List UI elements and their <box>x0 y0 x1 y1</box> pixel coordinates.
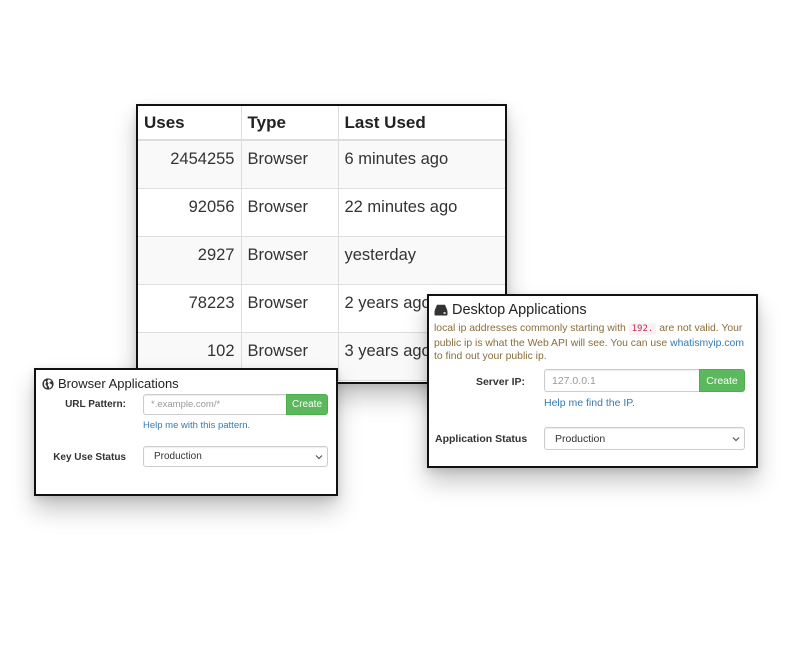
key-use-status-select[interactable]: Production <box>143 446 328 467</box>
cell-uses: 2454255 <box>138 139 242 189</box>
browser-applications-panel: Browser Applications URL Pattern: *.exam… <box>34 368 338 496</box>
browser-applications-heading: Browser Applications <box>42 376 179 391</box>
public-ip-warning: local ip addresses commonly starting wit… <box>434 322 746 364</box>
column-header-last-used[interactable]: Last Used <box>337 106 505 141</box>
table-header-row: Uses Type Last Used <box>138 106 505 141</box>
desktop-applications-heading: Desktop Applications <box>434 302 587 318</box>
application-status-label: Application Status <box>435 433 528 445</box>
chevron-down-icon <box>732 434 740 444</box>
desktop-applications-title: Desktop Applications <box>452 302 587 318</box>
key-use-status-label: Key Use Status <box>53 452 126 463</box>
ip-prefix-code: 192. <box>628 323 657 335</box>
url-pattern-input-group: *.example.com/* Create <box>143 394 328 415</box>
create-url-pattern-button[interactable]: Create <box>286 394 328 415</box>
application-status-value: Production <box>555 432 606 445</box>
server-ip-input-group: 127.0.0.1 Create <box>544 369 745 392</box>
cell-type: Browser <box>240 187 339 237</box>
column-header-type[interactable]: Type <box>240 106 339 141</box>
url-pattern-input[interactable]: *.example.com/* <box>143 394 286 415</box>
cell-uses: 2927 <box>138 235 242 285</box>
server-ip-input[interactable]: 127.0.0.1 <box>544 369 699 392</box>
column-header-uses[interactable]: Uses <box>138 106 242 141</box>
table-row: 92056 Browser 22 minutes ago <box>138 187 505 237</box>
url-pattern-label: URL Pattern: <box>65 399 126 410</box>
url-pattern-help-link[interactable]: Help me with this pattern. <box>143 420 250 431</box>
globe-icon <box>42 377 54 390</box>
browser-applications-title: Browser Applications <box>58 376 179 391</box>
cell-last-used: 6 minutes ago <box>337 139 505 189</box>
server-ip-help-link[interactable]: Help me find the IP. <box>544 397 635 409</box>
cell-uses: 78223 <box>138 283 242 333</box>
cell-type: Browser <box>240 235 339 285</box>
cell-uses: 92056 <box>138 187 242 237</box>
warning-text: local ip addresses commonly starting wit… <box>434 323 626 334</box>
desktop-applications-panel: Desktop Applications local ip addresses … <box>427 294 758 468</box>
whatismyip-link[interactable]: whatismyip.com <box>670 338 744 349</box>
warning-text: to find out your public ip. <box>434 351 547 363</box>
cell-type: Browser <box>240 139 339 189</box>
table-row: 2927 Browser yesterday <box>138 235 505 285</box>
chevron-down-icon <box>315 452 323 462</box>
server-ip-label: Server IP: <box>475 376 525 388</box>
hdd-icon <box>434 304 448 316</box>
create-server-ip-button[interactable]: Create <box>699 369 745 392</box>
table-row: 2454255 Browser 6 minutes ago <box>138 139 505 189</box>
cell-last-used: yesterday <box>337 235 505 285</box>
cell-type: Browser <box>240 283 339 333</box>
cell-last-used: 22 minutes ago <box>337 187 505 237</box>
application-status-select[interactable]: Production <box>544 427 745 450</box>
key-use-status-value: Production <box>154 451 202 462</box>
